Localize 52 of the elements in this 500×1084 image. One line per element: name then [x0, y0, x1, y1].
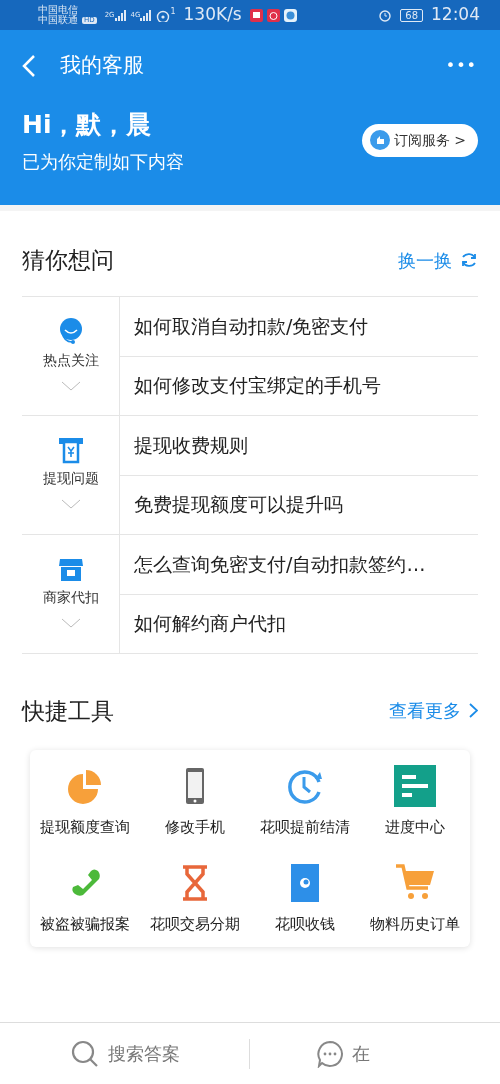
subscribe-button[interactable]: 订阅服务 >	[361, 123, 478, 157]
app-notification-icon	[283, 8, 297, 22]
question-link[interactable]: 提现收费规则	[120, 415, 478, 475]
tool-label[interactable]: 花呗交易分期	[150, 912, 240, 935]
battery-level: 68	[400, 8, 423, 22]
chat-bubble-icon	[316, 1039, 345, 1068]
tool-label[interactable]: 提现额度查询	[40, 816, 130, 839]
atm-icon	[56, 435, 85, 464]
clock-time: 12:04	[431, 3, 480, 27]
alarm-icon	[378, 8, 393, 22]
question-link[interactable]: 如何取消自动扣款/免密支付	[120, 296, 478, 356]
category-label: 商家代扣	[42, 587, 99, 607]
page-title: 我的客服	[60, 52, 144, 80]
carrier-name: 中国联通	[38, 15, 78, 25]
back-icon[interactable]	[22, 55, 36, 77]
app-notification-icon	[266, 8, 280, 22]
tool-label[interactable]: 进度中心	[385, 816, 445, 839]
tool-label[interactable]: 被盗被骗报案	[40, 912, 130, 935]
question-link[interactable]: 怎么查询免密支付/自动扣款签约…	[120, 534, 478, 594]
chevron-icon	[60, 380, 81, 391]
tool-label[interactable]: 修改手机	[165, 816, 225, 839]
chevron-icon	[60, 617, 81, 628]
chevron-icon	[60, 498, 81, 509]
signal-icon	[140, 9, 153, 21]
section-title: 快捷工具	[22, 696, 114, 726]
hotspot-icon	[156, 8, 171, 22]
hotspot-count: 1	[170, 6, 176, 18]
category-label: 提现问题	[42, 468, 99, 488]
network-speed: 130K/s	[183, 3, 242, 27]
refresh-link[interactable]: 换一换	[398, 246, 478, 274]
question-link[interactable]: 免费提现额度可以提升吗	[120, 474, 478, 534]
chat-button[interactable]: 在	[250, 1032, 500, 1075]
view-more-link[interactable]: 查看更多	[389, 697, 478, 725]
signal-icon	[114, 9, 127, 21]
search-answers-button[interactable]: 搜索答案	[0, 1031, 250, 1076]
tool-label[interactable]: 花呗收钱	[275, 912, 335, 935]
tool-label[interactable]: 花呗提前结清	[260, 816, 350, 839]
section-title: 猜你想问	[22, 246, 114, 275]
question-link[interactable]: 如何修改支付宝绑定的手机号	[120, 355, 478, 415]
tool-label[interactable]: 物料历史订单	[370, 912, 460, 935]
category-label: 热点关注	[42, 350, 99, 370]
greeting: Hi，默，晨	[22, 109, 153, 141]
chevron-right-icon	[469, 703, 478, 719]
more-button[interactable]: •••	[444, 53, 478, 79]
carrier-name: 中国电信	[38, 5, 79, 15]
hand-icon	[369, 130, 390, 151]
list-icon	[394, 765, 436, 807]
question-link[interactable]: 如何解约商户代扣	[120, 593, 478, 653]
app-notification-icon	[249, 8, 263, 22]
search-icon	[69, 1038, 100, 1069]
refresh-icon	[460, 251, 478, 270]
greeting-subtitle: 已为你定制如下内容	[22, 149, 184, 174]
